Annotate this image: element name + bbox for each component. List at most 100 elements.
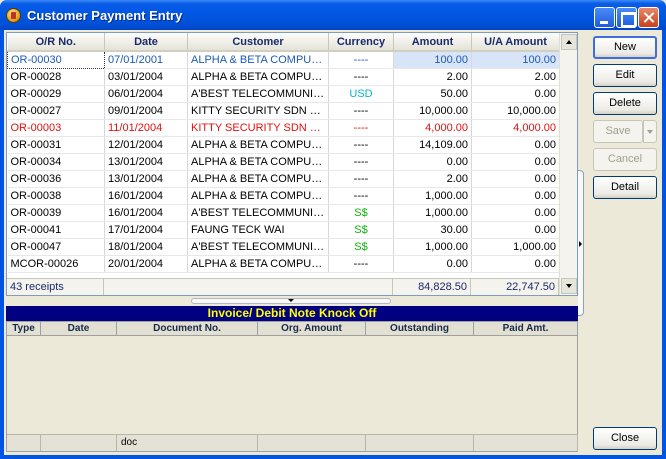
minimize-button[interactable] — [594, 7, 615, 28]
amount-cell: 0.00 — [393, 153, 472, 171]
ua-amount-cell: 10,000.00 — [471, 102, 560, 120]
currency-cell: ---- — [328, 153, 394, 171]
table-row[interactable]: OR-00041 17/01/2004 FAUNG TECK WAI S$ 30.00 0… — [7, 221, 560, 239]
knockoff-footer-cell — [7, 434, 41, 451]
date-cell: 16/01/2004 — [104, 187, 188, 205]
knockoff-column-header[interactable]: Org. Amount — [258, 322, 366, 336]
table-row[interactable]: OR-00029 06/01/2004 A'BEST TELECOMMUNIC...… — [7, 85, 560, 103]
amount-total: 84,828.50 — [393, 279, 471, 295]
date-cell: 17/01/2004 — [104, 221, 188, 239]
amount-cell: 100.00 — [393, 51, 472, 69]
column-header[interactable]: U/A Amount — [471, 33, 560, 52]
amount-cell: 1,000.00 — [393, 238, 472, 256]
close-button[interactable]: Close — [593, 427, 657, 450]
knockoff-column-header[interactable]: Type — [7, 322, 41, 336]
scroll-up-icon[interactable] — [561, 34, 577, 50]
knockoff-column-header[interactable]: Date — [41, 322, 117, 336]
column-header[interactable]: O/R No. — [7, 33, 105, 52]
amount-cell: 14,109.00 — [393, 136, 472, 154]
date-cell: 12/01/2004 — [104, 136, 188, 154]
currency-cell: S$ — [328, 204, 394, 222]
amount-cell: 30.00 — [393, 221, 472, 239]
or-number-cell: OR-00047 — [7, 238, 105, 256]
table-row[interactable]: OR-00003 11/01/2004 KITTY SECURITY SDN B..… — [7, 119, 560, 137]
or-number-cell: OR-00027 — [7, 102, 105, 120]
knockoff-footer-cell — [258, 434, 366, 451]
date-cell: 03/01/2004 — [104, 68, 188, 86]
customer-cell: KITTY SECURITY SDN B... — [187, 119, 329, 137]
detail-button[interactable]: Detail — [593, 176, 657, 199]
or-number-cell: OR-00029 — [7, 85, 105, 103]
ua-amount-cell: 0.00 — [471, 170, 560, 188]
table-row[interactable]: OR-00028 03/01/2004 ALPHA & BETA COMPUT...… — [7, 68, 560, 86]
edit-button[interactable]: Edit — [593, 64, 657, 87]
currency-cell: ---- — [328, 187, 394, 205]
currency-cell: ---- — [328, 102, 394, 120]
payment-table: O/R No. Date Customer Currency Amount U/… — [7, 33, 560, 273]
amount-cell: 1,000.00 — [393, 204, 472, 222]
or-number-cell: OR-00039 — [7, 204, 105, 222]
ua-amount-cell: 0.00 — [471, 153, 560, 171]
knockoff-footer-cell: doc — [117, 434, 258, 451]
knockoff-column-header[interactable]: Paid Amt. — [474, 322, 578, 336]
table-row[interactable]: OR-00031 12/01/2004 ALPHA & BETA COMPUT...… — [7, 136, 560, 154]
currency-cell: ---- — [328, 255, 394, 273]
column-header[interactable]: Date — [104, 33, 188, 52]
table-row[interactable]: OR-00036 13/01/2004 ALPHA & BETA COMPUT...… — [7, 170, 560, 188]
payment-grid: O/R No. Date Customer Currency Amount U/… — [6, 32, 578, 296]
currency-cell: ---- — [328, 51, 394, 69]
or-number-cell: OR-00041 — [7, 221, 105, 239]
customer-cell: ALPHA & BETA COMPUT... — [187, 68, 329, 86]
maximize-button[interactable] — [616, 7, 637, 28]
amount-cell: 2.00 — [393, 68, 472, 86]
amount-cell: 1,000.00 — [393, 187, 472, 205]
scroll-down-icon[interactable] — [561, 278, 577, 294]
table-row[interactable]: OR-00027 09/01/2004 KITTY SECURITY SDN B..… — [7, 102, 560, 120]
knockoff-title: Invoice/ Debit Note Knock Off — [6, 306, 578, 321]
customer-cell: A'BEST TELECOMMUNIC... — [187, 238, 329, 256]
knockoff-column-header[interactable]: Document No. — [117, 322, 258, 336]
save-button[interactable]: Save — [593, 120, 643, 143]
amount-cell: 50.00 — [393, 85, 472, 103]
client-area: O/R No. Date Customer Currency Amount U/… — [4, 30, 662, 455]
customer-cell: KITTY SECURITY SDN B... — [187, 102, 329, 120]
column-header[interactable]: Amount — [393, 33, 472, 52]
date-cell: 13/01/2004 — [104, 170, 188, 188]
customer-cell: ALPHA & BETA COMPUT... — [187, 255, 329, 273]
close-window-button[interactable] — [638, 7, 659, 28]
currency-cell: S$ — [328, 238, 394, 256]
cancel-button[interactable]: Cancel — [593, 148, 657, 171]
delete-button[interactable]: Delete — [593, 92, 657, 115]
table-row[interactable]: OR-00038 16/01/2004 ALPHA & BETA COMPUT...… — [7, 187, 560, 205]
or-number-cell: OR-00036 — [7, 170, 105, 188]
amount-cell: 2.00 — [393, 170, 472, 188]
customer-cell: ALPHA & BETA COMPUT... — [187, 153, 329, 171]
currency-cell: USD — [328, 85, 394, 103]
customer-cell: ALPHA & BETA COMPUT... — [187, 187, 329, 205]
splitter-handle[interactable] — [191, 298, 391, 304]
table-row[interactable]: OR-00047 18/01/2004 A'BEST TELECOMMUNIC...… — [7, 238, 560, 256]
title-bar[interactable]: Customer Payment Entry — [0, 0, 666, 30]
currency-cell: ---- — [328, 136, 394, 154]
amount-cell: 0.00 — [393, 255, 472, 273]
table-row[interactable]: OR-00039 16/01/2004 A'BEST TELECOMMUNIC...… — [7, 204, 560, 222]
date-cell: 20/01/2004 — [104, 255, 188, 273]
date-cell: 18/01/2004 — [104, 238, 188, 256]
header-row: O/R No. Date Customer Currency Amount U/… — [7, 33, 560, 52]
ua-amount-cell: 4,000.00 — [471, 119, 560, 137]
date-cell: 11/01/2004 — [104, 119, 188, 137]
table-row[interactable]: MCOR-00026 20/01/2004 ALPHA & BETA COMPUT.… — [7, 255, 560, 273]
vertical-scrollbar[interactable] — [559, 33, 577, 295]
column-header[interactable]: Customer — [187, 33, 329, 52]
summary-row: 43 receipts 84,828.50 22,747.50 — [7, 278, 559, 295]
table-row[interactable]: OR-00034 13/01/2004 ALPHA & BETA COMPUT...… — [7, 153, 560, 171]
side-panel-toggle[interactable] — [578, 170, 584, 316]
save-dropdown-icon[interactable] — [643, 120, 657, 143]
column-header[interactable]: Currency — [328, 33, 394, 52]
new-button[interactable]: New — [593, 36, 657, 59]
table-row[interactable]: OR-00030 07/01/2001 ALPHA & BETA COMPUT...… — [7, 50, 560, 69]
ua-amount-cell: 1,000.00 — [471, 238, 560, 256]
customer-cell: FAUNG TECK WAI — [187, 221, 329, 239]
ua-amount-cell: 0.00 — [471, 136, 560, 154]
knockoff-column-header[interactable]: Outstanding — [366, 322, 474, 336]
